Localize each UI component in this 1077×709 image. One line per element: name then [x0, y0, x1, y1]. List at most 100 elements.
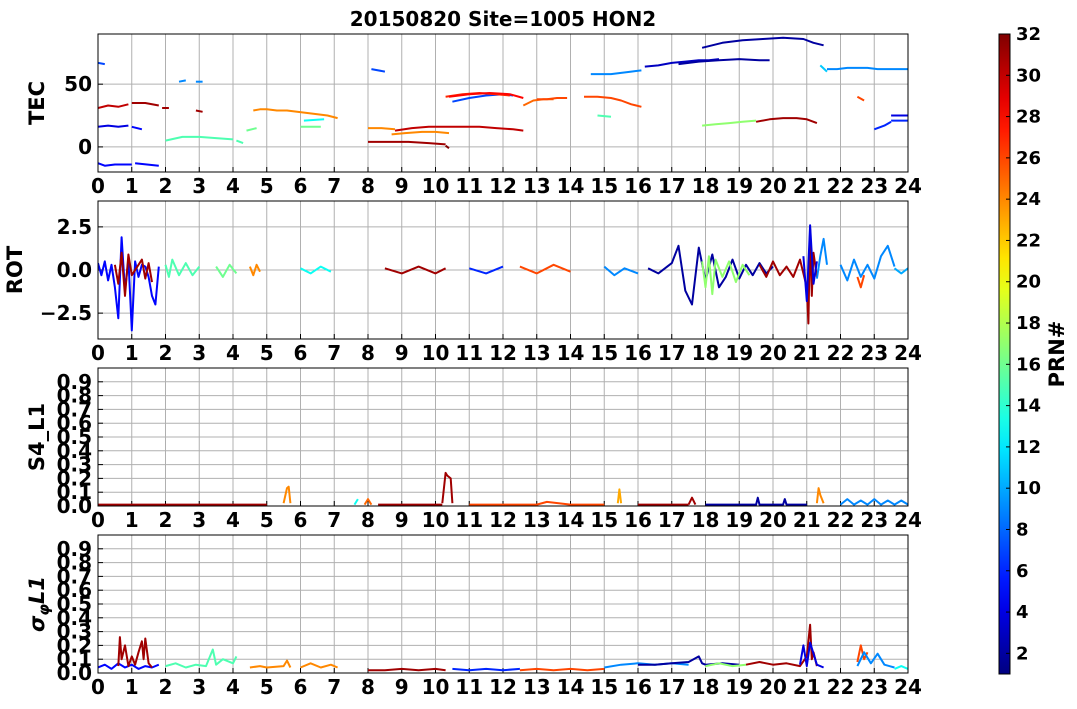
s4-xtick-label: 22 [827, 508, 855, 532]
tec-xtick-label: 5 [260, 174, 274, 198]
s4-xtick-label: 19 [725, 508, 753, 532]
rot-xtick-label: 10 [422, 341, 450, 365]
s4-xtick-label: 17 [658, 508, 686, 532]
s4-panel: 0 1 2 3 4 5 6 7 8 9 10 11 12 13 14 15 16 17 18 19 20 21 22 23 24… [25, 367, 922, 532]
figure-title: 20150820 Site=1005 HON2 [350, 7, 656, 31]
rot-xtick-label: 17 [658, 341, 686, 365]
sigma-xtick-label: 20 [759, 675, 787, 699]
sigma-xtick-label: 2 [159, 675, 173, 699]
sigma-xtick-label: 0 [91, 675, 105, 699]
rot-xtick-label: 14 [557, 341, 585, 365]
tec-xtick-label: 4 [226, 174, 240, 198]
tec-series-prn-13 [303, 118, 325, 122]
s4-xtick-label: 24 [894, 508, 922, 532]
tec-xtick-label: 21 [793, 174, 821, 198]
sigma-xtick-label: 4 [226, 675, 240, 699]
tec-ytick-label: 50 [64, 72, 92, 96]
sigma-xtick-label: 22 [827, 675, 855, 699]
tec-xtick-label: 19 [725, 174, 753, 198]
tec-xtick-label: 14 [557, 174, 585, 198]
tec-xtick-label: 20 [759, 174, 787, 198]
sigma-xtick-label: 19 [725, 675, 753, 699]
sigma-ytick-label: 0.9 [57, 537, 92, 561]
rot-ylabel: ROT [3, 245, 27, 294]
tec-xtick-label: 6 [294, 174, 308, 198]
tec-xtick-label: 17 [658, 174, 686, 198]
colorbar-tick-label: 8 [1016, 519, 1029, 540]
rot-xtick-label: 3 [192, 341, 206, 365]
sigma-xtick-label: 1 [125, 675, 139, 699]
rot-xtick-label: 6 [294, 341, 308, 365]
rot-ytick-label: 0.0 [57, 258, 92, 282]
rot-xtick-label: 7 [327, 341, 341, 365]
sigma-xtick-label: 8 [361, 675, 375, 699]
s4-xtick-label: 1 [125, 508, 139, 532]
rot-xtick-label: 20 [759, 341, 787, 365]
s4-xtick-label: 9 [395, 508, 409, 532]
tec-series-prn-7 [98, 61, 105, 66]
s4-xtick-label: 5 [260, 508, 274, 532]
colorbar-tick-label: 28 [1016, 107, 1041, 128]
tec-series-prn-31 [195, 109, 203, 113]
s4-xtick-label: 4 [226, 508, 240, 532]
sigma-xtick-label: 10 [422, 675, 450, 699]
colorbar-tick-label: 4 [1016, 602, 1029, 623]
s4-xtick-label: 0 [91, 508, 105, 532]
rot-xtick-label: 22 [827, 341, 855, 365]
s4-xtick-label: 7 [327, 508, 341, 532]
sigma-series-prn-26 [519, 667, 605, 672]
rot-xtick-label: 16 [624, 341, 652, 365]
s4-xtick-label: 8 [361, 508, 375, 532]
rot-xtick-label: 15 [590, 341, 618, 365]
sigma-xtick-label: 18 [692, 675, 720, 699]
tec-xtick-label: 11 [455, 174, 483, 198]
sigma-xtick-label: 12 [489, 675, 517, 699]
s4-xtick-label: 20 [759, 508, 787, 532]
tec-ytick-label: 0 [78, 135, 92, 159]
tec-series-prn-9 [178, 79, 186, 83]
colorbar: 2468101214161820222426283032 PRN# [998, 24, 1069, 675]
rot-ytick-label: −2.5 [40, 301, 92, 325]
s4-ylabel: S4_L1 [25, 403, 49, 471]
colorbar-tick-label: 12 [1016, 437, 1041, 458]
tec-xtick-label: 12 [489, 174, 517, 198]
colorbar-tick-label: 2 [1016, 643, 1029, 664]
tec-xtick-label: 15 [590, 174, 618, 198]
tec-series-prn-4 [98, 124, 129, 128]
colorbar-tick-label: 16 [1016, 354, 1041, 375]
colorbar-tick-label: 22 [1016, 230, 1041, 251]
tec-xtick-label: 13 [523, 174, 551, 198]
sigma-xtick-label: 21 [793, 675, 821, 699]
rot-xtick-label: 11 [455, 341, 483, 365]
rot-xtick-label: 13 [523, 341, 551, 365]
tec-xtick-label: 1 [125, 174, 139, 198]
tec-xtick-label: 10 [422, 174, 450, 198]
tec-xtick-label: 23 [860, 174, 888, 198]
rot-xtick-label: 18 [692, 341, 720, 365]
tec-xtick-label: 24 [894, 174, 922, 198]
sigma-xtick-label: 3 [192, 675, 206, 699]
sigma-xtick-label: 11 [455, 675, 483, 699]
tec-xtick-label: 2 [159, 174, 173, 198]
sigma-xtick-label: 7 [327, 675, 341, 699]
s4-xtick-label: 23 [860, 508, 888, 532]
rot-xtick-label: 8 [361, 341, 375, 365]
colorbar-tick-label: 32 [1016, 24, 1041, 45]
rot-xtick-label: 2 [159, 341, 173, 365]
tec-xtick-label: 16 [624, 174, 652, 198]
sigma-xtick-label: 6 [294, 675, 308, 699]
colorbar-tick-label: 10 [1016, 478, 1041, 499]
rot-xtick-label: 9 [395, 341, 409, 365]
colorbar-tick-label: 6 [1016, 561, 1029, 582]
rot-xtick-label: 23 [860, 341, 888, 365]
colorbar-ticks: 2468101214161820222426283032 [1006, 24, 1041, 664]
sigma-xtick-label: 24 [894, 675, 922, 699]
sigma-xtick-label: 15 [590, 675, 618, 699]
rot-panel: 0 1 2 3 4 5 6 7 8 9 10 11 12 13 14 15 16 17 18 19 20 21 22 23 24… [3, 200, 922, 365]
sigma-xtick-label: 23 [860, 675, 888, 699]
s4-xtick-label: 18 [692, 508, 720, 532]
rot-xtick-label: 5 [260, 341, 274, 365]
s4-xtick-label: 3 [192, 508, 206, 532]
sigma-xtick-label: 14 [557, 675, 585, 699]
colorbar-tick-label: 30 [1016, 65, 1041, 86]
